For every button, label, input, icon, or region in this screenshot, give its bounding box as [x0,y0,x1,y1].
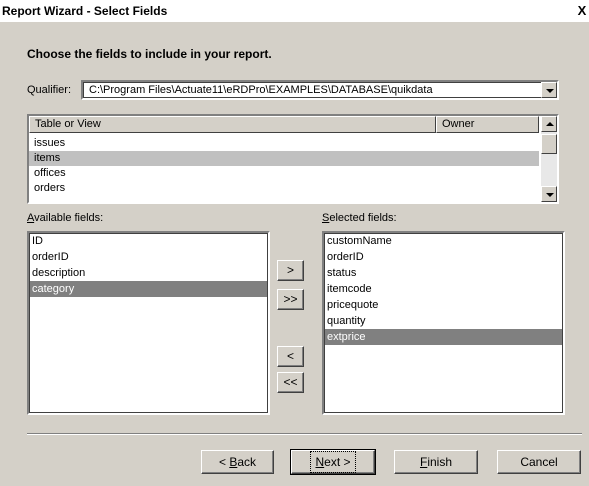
report-wizard-dialog: Report Wizard - Select Fields X Choose t… [0,0,589,486]
add-all-fields-button[interactable]: >> [277,289,304,310]
finish-button[interactable]: Finish [394,450,478,474]
list-item[interactable]: orderID [324,249,563,265]
close-button[interactable]: X [575,2,589,20]
qualifier-value: C:\Program Files\Actuate11\eRDPro\EXAMPL… [89,84,433,96]
table-scrollbar[interactable] [541,116,557,202]
list-item[interactable]: status [324,265,563,281]
remove-all-fields-button[interactable]: << [277,372,304,393]
remove-field-button[interactable]: < [277,346,304,367]
qualifier-combobox[interactable]: C:\Program Files\Actuate11\eRDPro\EXAMPL… [81,80,559,100]
table-row[interactable]: issues [29,136,539,151]
table-row[interactable]: offices [29,166,539,181]
add-field-button[interactable]: > [277,260,304,281]
list-item[interactable]: orderID [29,249,268,265]
list-item[interactable]: quantity [324,313,563,329]
qualifier-label: Qualifier: [27,84,72,96]
back-button[interactable]: < Back [201,450,274,474]
selected-fields-label: Selected fields: [322,212,397,224]
chevron-down-icon [546,89,554,93]
list-item-selected[interactable]: extprice [324,329,563,345]
chevron-down-icon [546,193,554,197]
list-item-selected[interactable]: category [29,281,268,297]
scroll-thumb[interactable] [541,134,557,154]
scroll-down-button[interactable] [541,186,557,202]
chevron-up-icon [546,122,554,126]
page-heading: Choose the fields to include in your rep… [27,47,272,61]
selected-fields-list[interactable]: customName orderID status itemcode price… [322,231,565,415]
title-bar: Report Wizard - Select Fields X [0,0,589,22]
list-item[interactable]: pricequote [324,297,563,313]
list-item[interactable]: customName [324,233,563,249]
cancel-button[interactable]: Cancel [497,450,581,474]
list-item[interactable]: ID [29,233,268,249]
table-list[interactable]: Table or View Owner issues items offices… [27,114,559,204]
table-row[interactable]: orders [29,181,539,196]
list-item[interactable]: description [29,265,268,281]
column-header-table[interactable]: Table or View [29,116,436,133]
qualifier-dropdown-button[interactable] [541,82,557,98]
next-button[interactable]: Next > [290,449,376,475]
list-item[interactable]: itemcode [324,281,563,297]
scroll-up-button[interactable] [541,116,557,132]
table-row-selected[interactable]: items [29,151,539,166]
footer-divider [27,433,582,435]
column-header-owner[interactable]: Owner [436,116,539,133]
available-fields-label: Available fields: [27,212,104,224]
available-fields-list[interactable]: ID orderID description category [27,231,270,415]
window-title: Report Wizard - Select Fields [2,4,168,18]
